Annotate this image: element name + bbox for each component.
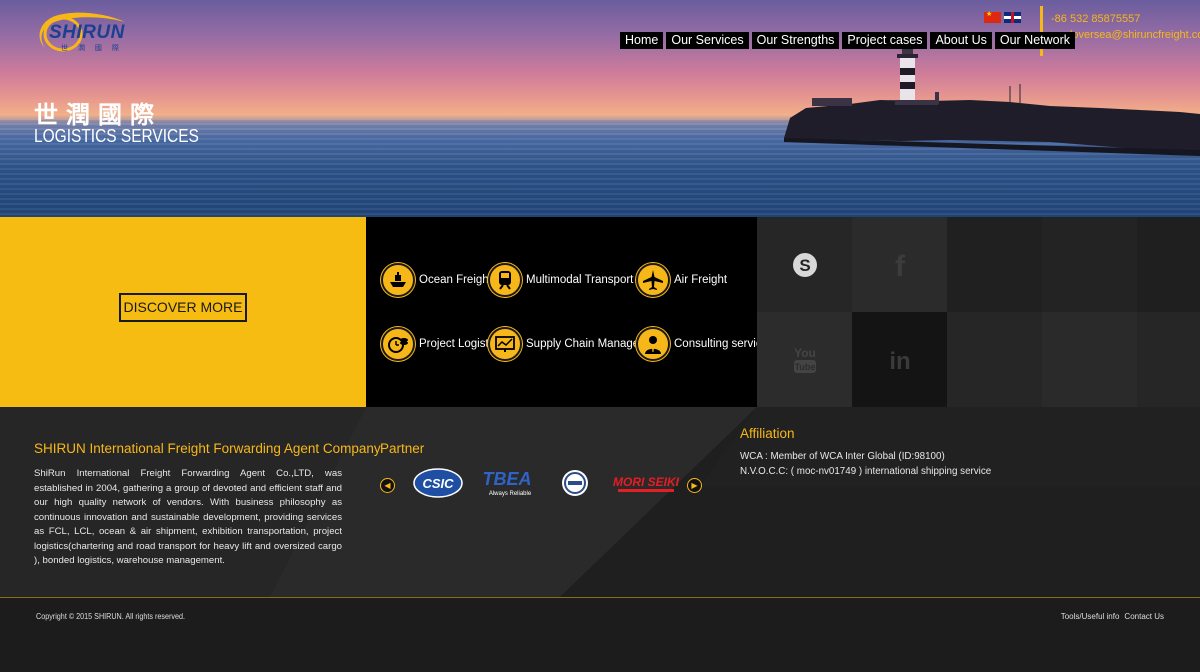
ship-icon [381,263,415,297]
linkedin-link[interactable]: in [852,312,947,407]
svg-text:Tube: Tube [794,362,815,372]
company-title: SHIRUN International Freight Forwarding … [34,441,381,456]
shirun-logo[interactable]: SHIRUN 世 潤 國 際 [33,8,143,56]
service-multimodal-transport[interactable]: Multimodal Transport [488,263,633,297]
youtube-icon: You Tube [793,346,816,373]
train-icon [488,263,522,297]
social-tile-empty [1137,312,1200,407]
skype-icon: S [792,252,817,277]
affiliation-wca: WCA : Member of WCA Inter Global (ID:981… [740,451,945,462]
linkedin-icon: in [889,348,910,373]
nav-about-us[interactable]: About Us [930,32,992,49]
contact-phone: -86 532 85875557 [1051,13,1141,25]
hero-title-cn: 世潤國際 [34,101,162,129]
footer-links: Tools/Useful info Contact Us [1061,612,1164,621]
youtube-link[interactable]: You Tube [757,312,852,407]
company-description: ShiRun International Freight Forwarding … [34,468,342,566]
partner-logo-tagline: Always Reliable [489,491,532,497]
clock-coins-icon [381,327,415,361]
nav-project-cases[interactable]: Project cases [842,32,928,49]
social-tile-empty [1042,217,1137,312]
svg-text:You: You [794,346,816,360]
hero-banner: SHIRUN 世 潤 國 際 世潤國際 LOGISTICS SERVICES -… [0,0,1200,217]
footer-link-tools[interactable]: Tools/Useful info [1061,612,1120,621]
language-switcher [984,10,1021,23]
partner-logo-text: CSIC [422,476,454,491]
affiliation-nvocc: N.V.O.C.C: ( moc-nv01749 ) international… [740,466,992,477]
monitor-chart-icon [488,327,522,361]
nav-our-network[interactable]: Our Network [994,32,1076,49]
social-grid: S f You Tube in [757,217,1200,407]
nav-our-strengths[interactable]: Our Strengths [751,32,840,49]
logo-subtext: 世 潤 國 際 [61,45,123,52]
partner-logo-csic[interactable]: CSIC [412,467,464,499]
uk-flag-icon[interactable] [1004,12,1021,23]
skype-link[interactable]: S [757,217,852,312]
svg-text:f: f [895,250,906,280]
partner-logo-tbea[interactable]: TBEA Always Reliable [472,467,542,499]
china-flag-icon[interactable] [984,10,1001,23]
service-project-logistics[interactable]: Project Logistics [381,327,503,361]
airplane-icon [636,263,670,297]
facebook-link[interactable]: f [852,217,947,312]
footer: Copyright © 2015 SHIRUN. All rights rese… [0,597,1200,672]
social-tile-empty [1042,312,1137,407]
person-icon [636,327,670,361]
discover-more-button[interactable]: DISCOVER MORE [119,293,247,322]
chevron-right-icon: ▶ [691,481,698,490]
service-consulting[interactable]: Consulting services [636,327,774,361]
svg-text:S: S [799,256,810,275]
social-tile-empty [1137,217,1200,312]
copyright-text: Copyright © 2015 SHIRUN. All rights rese… [36,612,185,621]
social-tile-empty [947,312,1042,407]
service-ocean-freight[interactable]: Ocean Freight [381,263,492,297]
service-air-freight[interactable]: Air Freight [636,263,727,297]
nav-our-services[interactable]: Our Services [666,32,749,49]
logo-text: SHIRUN [49,22,125,43]
info-section: SHIRUN International Freight Forwarding … [0,407,1200,597]
svg-text:in: in [889,348,910,373]
services-panel: Ocean Freight Multimodal Transport Air F… [366,217,774,407]
partner-next-button[interactable]: ▶ [687,478,702,493]
service-label: Multimodal Transport [526,274,634,286]
partner-logo-seal[interactable] [558,467,592,499]
affiliation-title: Affiliation [740,426,795,441]
chevron-left-icon: ◀ [384,481,391,490]
discover-panel: DISCOVER MORE [0,217,366,407]
partner-logo-text: MORI SEIKI [613,475,680,489]
service-label: Air Freight [674,274,728,286]
nav-home[interactable]: Home [620,32,664,49]
social-tile-empty [947,217,1042,312]
partner-logo-text: TBEA [483,469,532,489]
service-label: Ocean Freight [419,274,492,286]
main-nav: Home Our Services Our Strengths Project … [620,32,1076,49]
hero-subtitle: LOGISTICS SERVICES [34,126,199,146]
partner-prev-button[interactable]: ◀ [380,478,395,493]
footer-link-contact[interactable]: Contact Us [1124,612,1164,621]
partner-logo-moriseiki[interactable]: MORI SEIKI [610,471,682,497]
facebook-icon: f [895,250,906,280]
partner-title: Partner [380,441,425,456]
